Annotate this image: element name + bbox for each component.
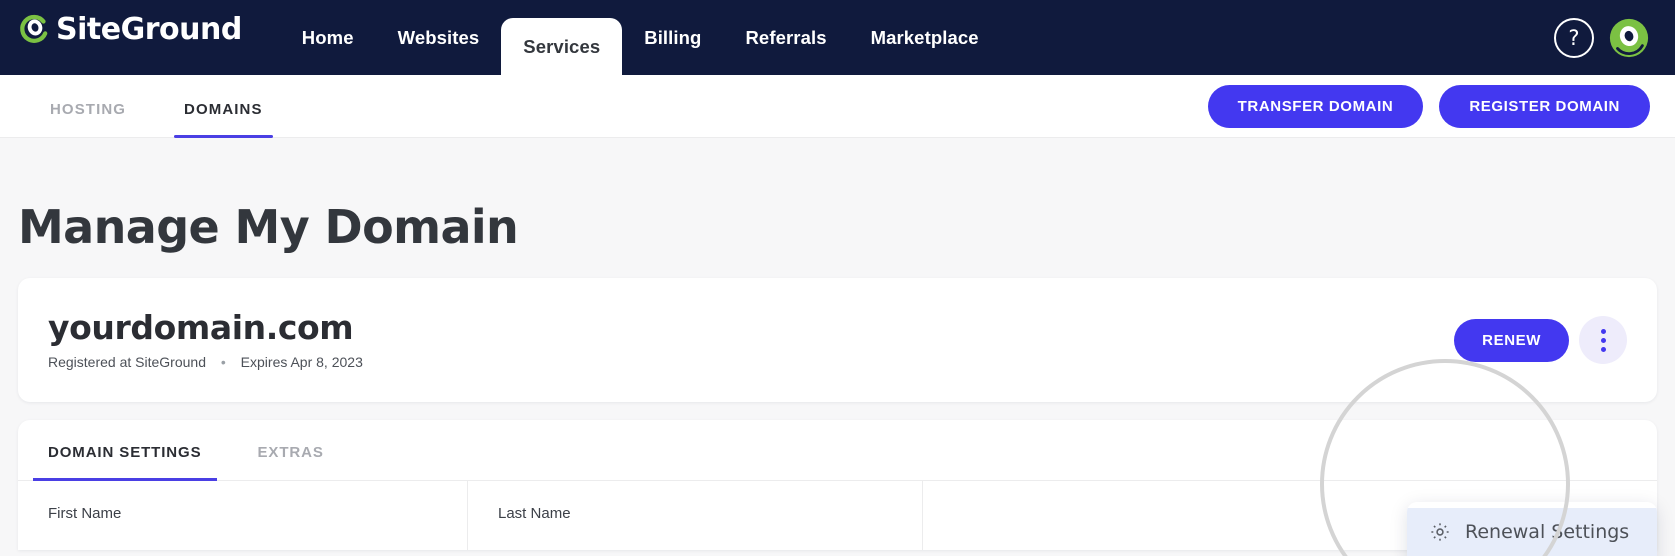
brand-name: SiteGround — [56, 12, 242, 47]
nav-item-marketplace[interactable]: Marketplace — [849, 0, 1001, 75]
meta-separator: • — [220, 353, 226, 370]
nav-item-referrals[interactable]: Referrals — [723, 0, 848, 75]
gear-icon — [1429, 521, 1451, 543]
subnav-tab-domains[interactable]: DOMAINS — [174, 75, 273, 138]
tab-domain-settings[interactable]: DOMAIN SETTINGS — [33, 420, 216, 481]
domain-actions-dropdown: Renewal Settings Registrar Lock — [1407, 502, 1657, 556]
brand-logo[interactable]: SiteGround — [18, 0, 242, 75]
domain-registrar: Registered at SiteGround — [48, 353, 206, 370]
field-first-name[interactable]: First Name — [18, 481, 468, 550]
question-mark-circle-icon[interactable]: ? — [1554, 17, 1594, 58]
siteground-avatar-icon[interactable] — [1608, 17, 1650, 59]
primary-nav: Home Websites Services Billing Referrals… — [280, 0, 1001, 75]
kebab-dot — [1600, 337, 1606, 343]
navbar-right-actions: ? — [1554, 0, 1650, 75]
domain-card: yourdomain.com Registered at SiteGround … — [18, 278, 1657, 402]
page-body: Manage My Domain yourdomain.com Register… — [0, 138, 1675, 556]
nav-item-billing[interactable]: Billing — [622, 0, 723, 75]
top-navbar: SiteGround Home Websites Services Billin… — [0, 0, 1675, 75]
renew-button[interactable]: RENEW — [1454, 318, 1569, 362]
panel-tabs: DOMAIN SETTINGS EXTRAS — [18, 420, 1657, 481]
kebab-menu-icon[interactable] — [1579, 316, 1627, 364]
domain-card-actions: RENEW — [1454, 278, 1627, 402]
register-domain-button[interactable]: REGISTER DOMAIN — [1439, 85, 1650, 128]
transfer-domain-button[interactable]: TRANSFER DOMAIN — [1207, 85, 1424, 128]
kebab-dot — [1600, 328, 1606, 334]
dropdown-item-renewal-settings[interactable]: Renewal Settings — [1407, 508, 1657, 556]
domain-expiry: Expires Apr 8, 2023 — [240, 353, 363, 370]
dropdown-item-label: Renewal Settings — [1465, 521, 1630, 543]
domain-meta: Registered at SiteGround • Expires Apr 8… — [48, 354, 363, 370]
field-last-name[interactable]: Last Name — [468, 481, 923, 550]
nav-item-home[interactable]: Home — [280, 0, 376, 75]
subnav-tab-hosting[interactable]: HOSTING — [40, 75, 136, 138]
kebab-dot — [1600, 346, 1606, 352]
domain-info: yourdomain.com Registered at SiteGround … — [48, 308, 363, 370]
sub-navbar: HOSTING DOMAINS TRANSFER DOMAIN REGISTER… — [0, 75, 1675, 138]
tab-extras[interactable]: EXTRAS — [258, 420, 324, 481]
subnav-actions: TRANSFER DOMAIN REGISTER DOMAIN — [1207, 75, 1650, 138]
siteground-logo-icon — [18, 13, 52, 47]
page-title: Manage My Domain — [18, 200, 519, 254]
domain-name: yourdomain.com — [48, 308, 354, 348]
nav-item-services[interactable]: Services — [501, 18, 623, 75]
nav-item-websites[interactable]: Websites — [376, 0, 502, 75]
